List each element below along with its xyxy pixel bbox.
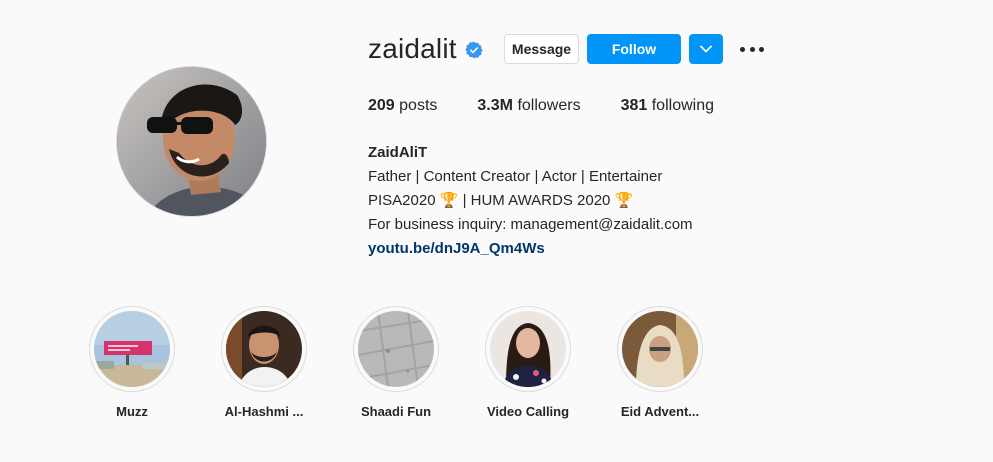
profile-avatar[interactable]	[116, 66, 267, 217]
followers-stat[interactable]: 3.3M followers	[477, 96, 580, 116]
message-button[interactable]: Message	[504, 34, 579, 64]
posts-count: 209	[368, 97, 395, 114]
followers-label: followers	[517, 97, 581, 114]
username: zaidalit	[368, 33, 457, 64]
highlight-ring	[353, 306, 439, 392]
dot	[740, 46, 745, 52]
follow-button[interactable]: Follow	[587, 34, 681, 64]
highlight-cover	[94, 311, 170, 387]
highlight-ring	[221, 306, 307, 392]
story-highlight[interactable]: Video Calling	[483, 306, 573, 419]
following-stat[interactable]: 381 following	[621, 96, 714, 116]
highlight-ring	[485, 306, 571, 392]
bio-line: For business inquiry: management@zaidali…	[368, 216, 693, 233]
bio-link[interactable]: youtu.be/dnJ9A_Qm4Ws	[368, 237, 788, 261]
dot	[759, 46, 764, 52]
suggested-dropdown-button[interactable]	[689, 34, 723, 64]
story-highlight[interactable]: Eid Advent...	[615, 306, 705, 419]
highlight-cover	[490, 311, 566, 387]
highlight-cover	[358, 311, 434, 387]
dot	[749, 46, 755, 52]
woman-thumbnail-icon	[490, 311, 566, 387]
profile-header: zaidalit	[368, 33, 483, 65]
followers-count: 3.3M	[477, 97, 513, 114]
bio-line: Father | Content Creator | Actor | Enter…	[368, 168, 663, 185]
posts-label: posts	[399, 97, 438, 114]
following-label: following	[651, 97, 714, 114]
highlight-label: Video Calling	[486, 404, 570, 419]
person-thumbnail-icon	[226, 311, 302, 387]
bio-line: PISA2020 🏆 | HUM AWARDS 2020 🏆	[368, 192, 634, 209]
profile-stats: 209 posts 3.3M followers 381 following	[368, 96, 754, 116]
chevron-down-icon	[700, 45, 712, 53]
story-highlight[interactable]: Muzz	[87, 306, 177, 419]
highlight-label: Eid Advent...	[620, 404, 700, 419]
floor-thumbnail-icon	[358, 311, 434, 387]
following-count: 381	[620, 97, 648, 114]
billboard-thumbnail-icon	[94, 311, 170, 387]
elder-woman-thumbnail-icon	[622, 311, 698, 387]
profile-bio: ZaidAliT Father | Content Creator | Acto…	[368, 141, 788, 261]
verified-badge-icon	[465, 41, 483, 59]
full-name: ZaidAliT	[368, 144, 428, 161]
story-highlight[interactable]: Al-Hashmi ...	[219, 306, 309, 419]
highlight-cover	[226, 311, 302, 387]
highlight-label: Shaadi Fun	[360, 404, 432, 419]
highlight-label: Al-Hashmi ...	[224, 404, 304, 419]
profile-photo-icon	[117, 67, 266, 216]
highlight-ring	[617, 306, 703, 392]
highlight-ring	[89, 306, 175, 392]
highlight-cover	[622, 311, 698, 387]
story-highlight[interactable]: Shaadi Fun	[351, 306, 441, 419]
highlight-label: Muzz	[116, 404, 148, 419]
posts-stat: 209 posts	[368, 96, 437, 116]
more-options-icon[interactable]	[740, 40, 764, 58]
